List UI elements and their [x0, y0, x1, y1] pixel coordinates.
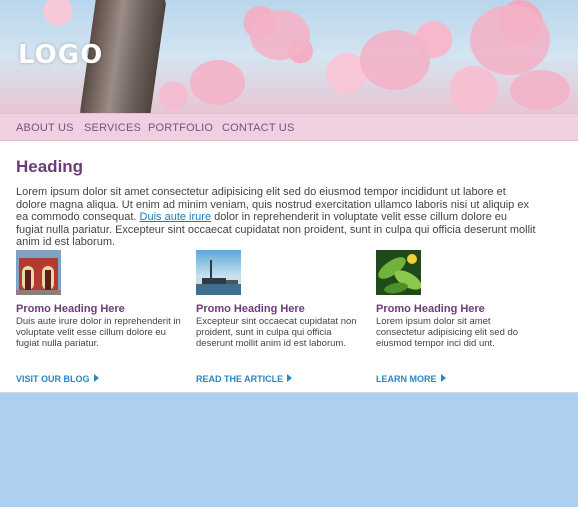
blossom-image: [470, 5, 550, 75]
promo-thumbnail-storefront: [16, 250, 61, 295]
logo[interactable]: LOGO: [18, 40, 103, 70]
arrow-right-icon: [93, 374, 99, 382]
link-label: LEARN MORE: [376, 374, 437, 384]
intro-paragraph: Lorem ipsum dolor sit amet consectetur a…: [16, 186, 536, 249]
blossom-image: [510, 70, 570, 110]
promo-text: Lorem ipsum dolor sit amet consectetur a…: [376, 316, 519, 349]
header-banner: LOGO: [0, 0, 578, 113]
nav-bar: ABOUT US SERVICES PORTFOLIO CONTACT US: [0, 113, 578, 141]
read-article-link[interactable]: READ THE ARTICLE: [196, 374, 293, 384]
nav-about-us[interactable]: ABOUT US: [16, 122, 74, 134]
promo-thumbnail-harbor: [196, 250, 241, 295]
arrow-right-icon: [287, 374, 293, 382]
page-heading: Heading: [16, 157, 84, 176]
promo-text: Excepteur sint occaecat cupidatat non pr…: [196, 316, 357, 349]
email-template: LOGO ABOUT US SERVICES PORTFOLIO CONTACT…: [0, 0, 578, 507]
promo-heading: Promo Heading Here: [16, 303, 125, 315]
blossom-image: [190, 60, 245, 105]
promo-column-2: Promo Heading Here Excepteur sint occaec…: [196, 250, 361, 349]
promo-heading: Promo Heading Here: [376, 303, 485, 315]
intro-link[interactable]: Duis aute irure: [140, 211, 212, 223]
content-panel: Heading Lorem ipsum dolor sit amet conse…: [0, 141, 578, 393]
promo-column-1: Promo Heading Here Duis aute irure dolor…: [16, 250, 181, 349]
visit-blog-link[interactable]: VISIT OUR BLOG: [16, 374, 99, 384]
nav-portfolio[interactable]: PORTFOLIO: [148, 122, 213, 134]
nav-services[interactable]: SERVICES: [84, 122, 141, 134]
link-label: VISIT OUR BLOG: [16, 374, 90, 384]
nav-contact-us[interactable]: CONTACT US: [222, 122, 295, 134]
promo-heading: Promo Heading Here: [196, 303, 305, 315]
arrow-right-icon: [440, 374, 446, 382]
learn-more-link[interactable]: LEARN MORE: [376, 374, 446, 384]
promo-thumbnail-leaves: [376, 250, 421, 295]
link-label: READ THE ARTICLE: [196, 374, 284, 384]
blossom-image: [250, 10, 310, 60]
blossom-image: [360, 30, 430, 90]
promo-text: Duis aute irure dolor in reprehenderit i…: [16, 316, 181, 349]
promo-column-3: Promo Heading Here Lorem ipsum dolor sit…: [376, 250, 541, 349]
